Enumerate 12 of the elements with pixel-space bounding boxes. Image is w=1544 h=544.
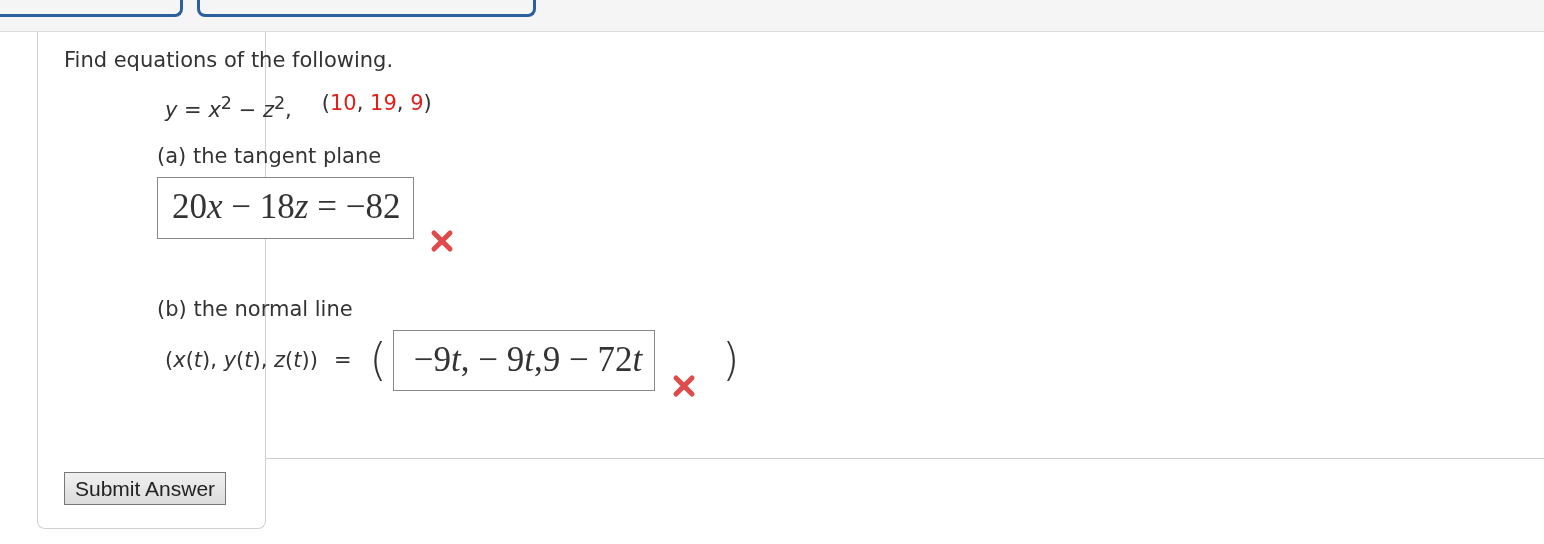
submit-button[interactable]: Submit Answer — [64, 472, 227, 505]
answer-field[interactable]: −9t, − 9t,9 − 72t — [392, 329, 656, 391]
question-text: Find equations of the following. — [64, 47, 394, 73]
given-point: (10, 19, 9) — [321, 90, 432, 117]
answer-field[interactable]: 20x − 18z = −82 — [157, 177, 415, 239]
open-parenthesis: ( — [369, 333, 387, 387]
vector-label: (x(t), y(t), z(t)) — [165, 347, 318, 373]
part-label: (a) the tangent plane — [157, 143, 382, 169]
part-label: (b) the normal line — [157, 296, 353, 322]
surface-equation: y = x$^{2}$ − z$^{2}$, — [165, 92, 292, 123]
close-parenthesis: ) — [722, 333, 740, 387]
equals-sign: = — [333, 347, 352, 373]
